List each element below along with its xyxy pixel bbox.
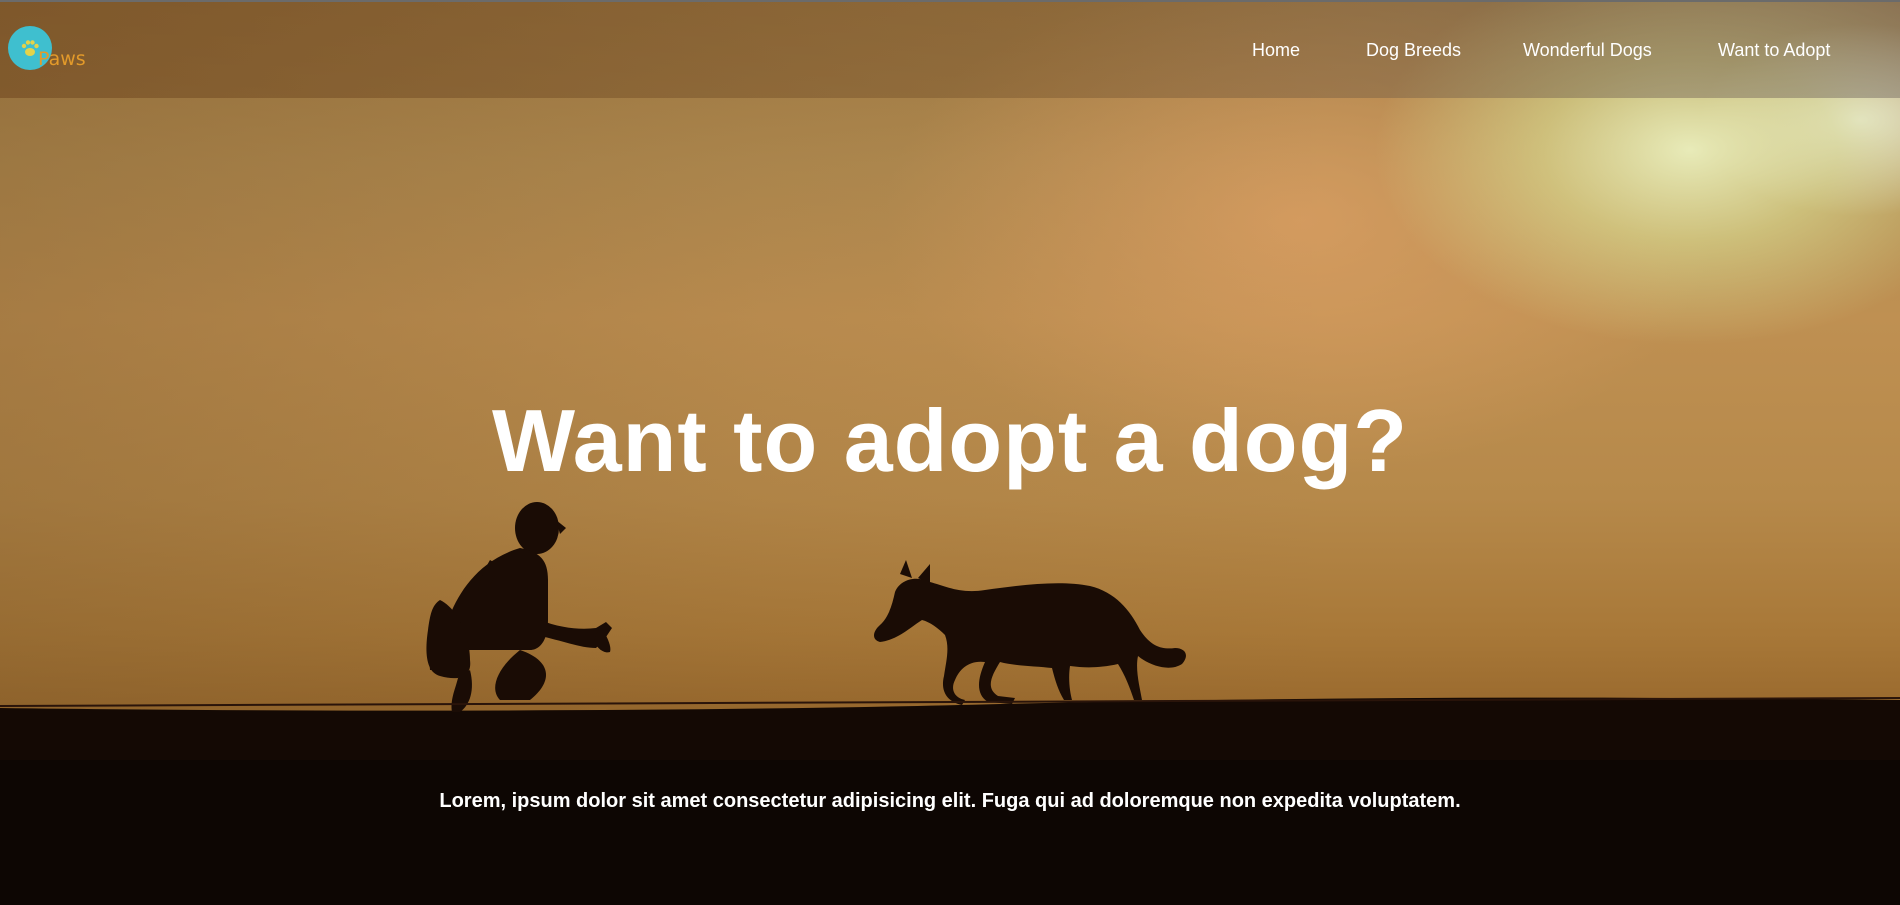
nav-item-dog-breeds[interactable]: Dog Breeds: [1366, 40, 1461, 61]
hero-subtitle: Lorem, ipsum dolor sit amet consectetur …: [439, 790, 1461, 812]
main-nav: Home Dog Breeds Wonderful Dogs Want to A…: [0, 40, 1900, 64]
page: Paws Home Dog Breeds Wonderful Dogs Want…: [0, 0, 1900, 905]
nav-item-wonderful-dogs[interactable]: Wonderful Dogs: [1523, 40, 1652, 61]
person-silhouette: [426, 502, 612, 712]
hero-title: Want to adopt a dog?: [491, 391, 1409, 490]
top-navigation-bar: Paws Home Dog Breeds Wonderful Dogs Want…: [0, 0, 1900, 98]
dog-silhouette: [874, 560, 1186, 705]
nav-item-want-to-adopt[interactable]: Want to Adopt: [1718, 40, 1830, 61]
nav-item-home[interactable]: Home: [1252, 40, 1300, 61]
